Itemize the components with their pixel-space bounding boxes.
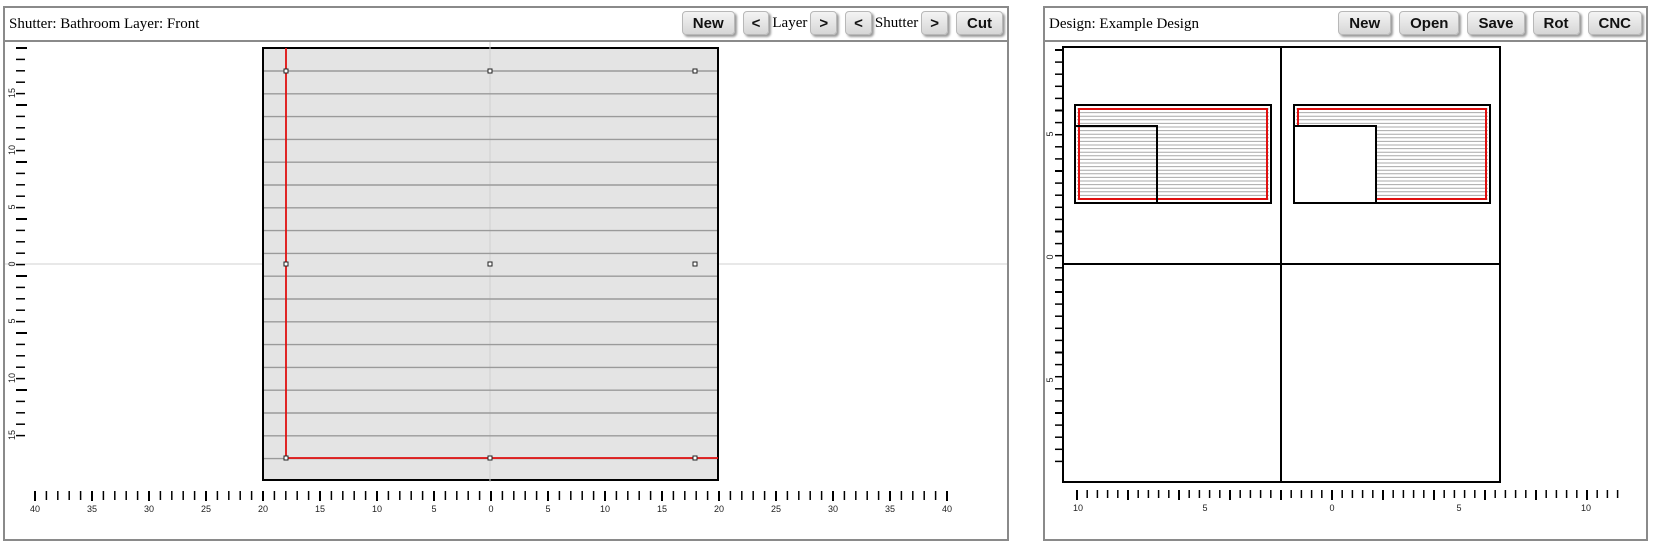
shutter-canvas[interactable]: 15 10 5 0 5 10 15 40 35 30 25 20 15 10 5 0 5 10 15 20 25 30 35… — [5, 42, 1007, 539]
x-ruler-label: 5 — [431, 504, 436, 514]
y-ruler-label: 10 — [7, 373, 17, 383]
design-y-ruler-label: 5 — [1045, 131, 1055, 136]
y-ruler-label: 5 — [7, 204, 17, 209]
design-x-ruler-label: 10 — [1073, 503, 1083, 513]
design-x-ruler-label: 5 — [1202, 503, 1207, 513]
design-x-ruler-label: 10 — [1581, 503, 1591, 513]
x-ruler-label: 35 — [87, 504, 97, 514]
layer-label: Layer — [772, 14, 808, 31]
control-point-handle[interactable] — [283, 455, 289, 461]
design-y-ruler-label: 0 — [1045, 254, 1055, 259]
x-ruler-label: 20 — [714, 504, 724, 514]
design-canvas[interactable]: 5 0 5 10 5 0 5 10 — [1045, 42, 1646, 539]
x-ruler-label: 25 — [201, 504, 211, 514]
design-drawing[interactable]: 5 0 5 10 5 0 5 10 — [1045, 42, 1646, 539]
prev-shutter-button[interactable]: < — [845, 11, 872, 35]
control-point-handle[interactable] — [283, 68, 289, 74]
design-title: Design: Example Design — [1049, 16, 1199, 32]
x-ruler-label: 10 — [600, 504, 610, 514]
design-shutter-right-cutout — [1293, 125, 1377, 204]
y-ruler-label: 15 — [7, 88, 17, 98]
next-layer-button[interactable]: > — [810, 11, 838, 35]
x-ruler-label: 0 — [488, 504, 493, 514]
control-point-handle[interactable] — [487, 68, 493, 74]
shutter-drawing[interactable]: 15 10 5 0 5 10 15 40 35 30 25 20 15 10 5 0 5 10 15 20 25 30 35… — [5, 42, 1007, 539]
x-ruler-label: 20 — [258, 504, 268, 514]
y-ruler-label: 0 — [7, 261, 17, 266]
x-ruler-label: 15 — [657, 504, 667, 514]
x-ruler-label: 30 — [144, 504, 154, 514]
open-design-button[interactable]: Open — [1399, 11, 1460, 35]
save-design-button[interactable]: Save — [1467, 11, 1525, 35]
control-point-handle[interactable] — [692, 68, 698, 74]
next-shutter-button[interactable]: > — [921, 11, 948, 35]
x-ruler-label: 40 — [30, 504, 40, 514]
design-panel: Design: Example Design New Open Save Rot… — [1043, 6, 1648, 541]
y-ruler-label: 5 — [7, 318, 17, 323]
rotate-button[interactable]: Rot — [1532, 11, 1580, 35]
x-ruler-label: 40 — [942, 504, 952, 514]
y-ruler-label: 10 — [7, 145, 17, 155]
x-ruler-label: 10 — [372, 504, 382, 514]
prev-layer-button[interactable]: < — [742, 11, 770, 35]
control-point-handle[interactable] — [487, 455, 493, 461]
x-ruler-label: 5 — [545, 504, 550, 514]
cut-button[interactable]: Cut — [956, 11, 1003, 35]
design-toolbar: New Open Save Rot CNC — [1333, 11, 1642, 35]
control-point-handle[interactable] — [283, 261, 289, 267]
x-ruler-label: 30 — [828, 504, 838, 514]
design-x-ruler-label: 0 — [1329, 503, 1334, 513]
design-x-ruler-label: 5 — [1456, 503, 1461, 513]
design-y-ruler-label: 5 — [1045, 377, 1055, 382]
control-point-handle[interactable] — [487, 261, 493, 267]
shutter-toolbar: New < Layer > < Shutter > Cut — [677, 11, 1003, 35]
new-design-button[interactable]: New — [1338, 11, 1392, 35]
shutter-header: Shutter: Bathroom Layer: Front New < Lay… — [5, 8, 1007, 42]
control-point-handle[interactable] — [692, 261, 698, 267]
shutter-label: Shutter — [874, 14, 919, 31]
shutter-panel: Shutter: Bathroom Layer: Front New < Lay… — [3, 6, 1009, 541]
y-ruler-label: 15 — [7, 430, 17, 440]
cnc-button[interactable]: CNC — [1587, 11, 1642, 35]
new-shutter-button[interactable]: New — [681, 11, 735, 35]
x-ruler-label: 25 — [771, 504, 781, 514]
shutter-title: Shutter: Bathroom Layer: Front — [9, 16, 200, 32]
x-ruler-label: 15 — [315, 504, 325, 514]
x-ruler-label: 35 — [885, 504, 895, 514]
control-point-handle[interactable] — [692, 455, 698, 461]
design-header: Design: Example Design New Open Save Rot… — [1045, 8, 1646, 42]
